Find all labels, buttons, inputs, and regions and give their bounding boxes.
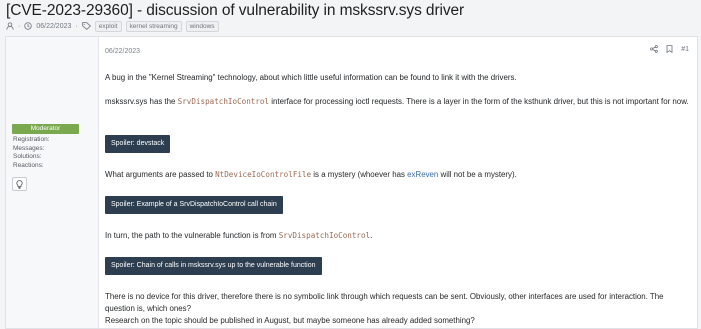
clock-icon xyxy=(24,22,33,30)
tag-icon xyxy=(81,22,91,30)
messages-label: Messages: xyxy=(13,144,45,152)
tag-kernel-streaming[interactable]: kernel streaming xyxy=(125,20,182,32)
spoiler-vulnerable-chain-button[interactable]: Spoiler: Chain of calls in mskssrv.sys u… xyxy=(105,257,322,275)
tag-exploit[interactable]: exploit xyxy=(94,20,122,32)
post-number[interactable]: #1 xyxy=(681,46,689,53)
solutions-label: Solutions: xyxy=(13,153,42,161)
tag-windows[interactable]: windows xyxy=(185,20,219,32)
exreven-link[interactable]: exReven xyxy=(407,170,438,179)
user-icon xyxy=(6,22,14,30)
thread-title: [CVE-2023-29360] - discussion of vulnera… xyxy=(6,2,465,19)
paragraph-5: There is no device for this driver, ther… xyxy=(105,292,664,314)
moderator-badge: Moderator xyxy=(12,124,79,134)
post-actions: #1 xyxy=(650,45,689,53)
paragraph-4: In turn, the path to the vulnerable func… xyxy=(105,231,373,240)
paragraph-3: What arguments are passed to NtDeviceIoC… xyxy=(105,170,517,179)
paragraph-1: A bug in the "Kernel Streaming" technolo… xyxy=(105,73,517,82)
inline-code: NtDeviceIoControlFile xyxy=(215,170,312,179)
post-body: 06/22/2023 #1 A bug in the "Kernel Strea… xyxy=(105,37,695,328)
post-date[interactable]: 06/22/2023 xyxy=(105,48,140,55)
thread-date[interactable]: 06/22/2023 xyxy=(36,23,71,30)
spoiler-devstack-button[interactable]: Spoiler: devstack xyxy=(105,135,171,153)
thread-meta: · 06/22/2023 · exploit kernel streaming … xyxy=(6,20,219,32)
bookmark-icon[interactable] xyxy=(666,45,673,53)
reactions-label: Reactions: xyxy=(13,161,44,169)
registration-label: Registration: xyxy=(13,136,50,143)
paragraph-2: mskssrv.sys has the SrvDispatchIoControl… xyxy=(105,97,689,106)
share-icon[interactable] xyxy=(650,45,659,53)
lightbulb-icon[interactable] xyxy=(12,177,27,191)
paragraph-6: Research on the topic should be publishe… xyxy=(105,316,475,325)
inline-code: SrvDispatchIoControl xyxy=(278,231,371,240)
spoiler-call-chain-button[interactable]: Spoiler: Example of a SrvDispatchIoContr… xyxy=(105,196,283,214)
inline-code: SrvDispatchIoControl xyxy=(177,97,270,106)
separator: · xyxy=(75,22,78,30)
user-stats: Registration: Messages: Solutions: React… xyxy=(13,136,50,170)
post-card: Moderator Registration: Messages: Soluti… xyxy=(5,36,698,329)
user-sidebar: Moderator Registration: Messages: Soluti… xyxy=(6,37,99,328)
separator: · xyxy=(18,22,21,30)
